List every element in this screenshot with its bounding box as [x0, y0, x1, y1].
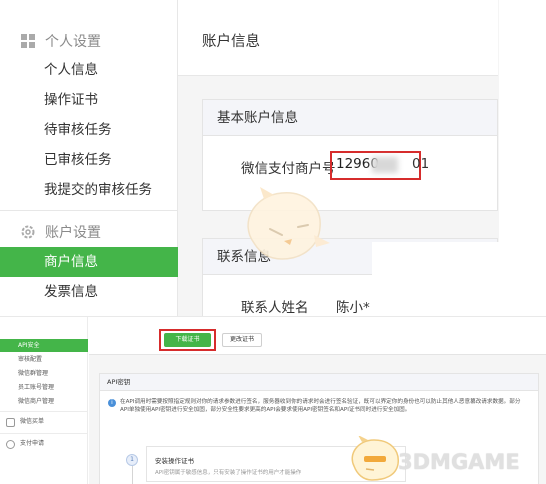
- account-settings-heading: 账户设置: [20, 222, 101, 242]
- sidebar2-divider: [0, 433, 88, 434]
- basic-account-card-title: 基本账户信息: [203, 100, 497, 136]
- sidebar2-group-quick-pay-label: 微信买单: [20, 418, 45, 425]
- mascot-logo-icon: [351, 436, 399, 481]
- mascot-watermark-icon: [247, 187, 330, 260]
- brand-watermark: 3DMGAME: [398, 450, 520, 474]
- contact-card-overlay: [372, 242, 500, 316]
- gear-icon: [20, 224, 36, 240]
- bill-icon: [6, 417, 15, 427]
- sidebar2-divider: [0, 411, 88, 412]
- sidebar-item-pending-review[interactable]: 待审核任务: [0, 115, 178, 145]
- cert-toolbar: 下载证书 更改证书: [89, 317, 546, 355]
- change-cert-button[interactable]: 更改证书: [222, 333, 262, 347]
- merchant-id-redaction: [372, 157, 398, 173]
- contact-name-value: 陈小*: [336, 300, 370, 316]
- merchant-id-suffix: 01: [412, 156, 430, 172]
- merchant-id-label: 微信支付商户号: [241, 161, 336, 177]
- api-key-notice-text: 在API调用时需要按照指定规则对你的请求参数进行签名，服务器收到你的请求时会进行…: [120, 399, 521, 413]
- sidebar2-item-review-config[interactable]: 审核配置: [0, 353, 88, 366]
- page-header: 账户信息: [178, 0, 498, 76]
- right-margin: [499, 0, 546, 316]
- step-number: 1: [126, 454, 138, 466]
- download-cert-button[interactable]: 下载证书: [164, 333, 211, 347]
- sidebar2-item-staff-accounts[interactable]: 员工账号管理: [0, 381, 88, 394]
- sidebar-item-reviewed[interactable]: 已审核任务: [0, 145, 178, 175]
- sidebar-item-my-submitted-review[interactable]: 我提交的审核任务: [0, 175, 178, 205]
- grid-icon: [20, 33, 36, 49]
- sidebar2-group-pay-apply-label: 支付申请: [20, 440, 45, 447]
- info-icon: i: [108, 399, 116, 407]
- sidebar-item-personal-info[interactable]: 个人信息: [0, 55, 178, 85]
- page-title: 账户信息: [202, 34, 260, 50]
- sidebar-divider: [0, 210, 178, 211]
- personal-settings-label: 个人设置: [45, 34, 101, 50]
- api-key-notice: i 在API调用时需要按照指定规则对你的请求参数进行签名，服务器收到你的请求时会…: [108, 398, 528, 414]
- contact-name-label: 联系人姓名: [241, 300, 309, 316]
- sidebar-secondary: API安全 审核配置 微信群管理 员工账号管理 微信商户管理 微信买单 支付申请: [0, 317, 88, 484]
- sidebar-item-invoice-info[interactable]: 发票信息: [0, 277, 178, 307]
- sidebar-item-merchant-info[interactable]: 商户信息: [0, 247, 178, 277]
- personal-settings-heading: 个人设置: [20, 31, 101, 51]
- sidebar2-group-pay-apply[interactable]: 支付申请: [6, 438, 44, 450]
- apply-icon: [6, 439, 15, 449]
- sidebar: 个人设置 个人信息 操作证书 待审核任务 已审核任务 我提交的审核任务 账户设置…: [0, 0, 178, 316]
- sidebar2-group-quick-pay[interactable]: 微信买单: [6, 416, 44, 428]
- sidebar-item-operation-cert[interactable]: 操作证书: [0, 85, 178, 115]
- account-settings-label: 账户设置: [45, 225, 101, 241]
- sidebar2-item-group-management[interactable]: 微信群管理: [0, 367, 88, 380]
- sidebar2-item-api-security[interactable]: API安全: [0, 339, 88, 352]
- sidebar2-item-merchant-management[interactable]: 微信商户管理: [0, 395, 88, 408]
- api-key-card-title: API密钥: [100, 374, 538, 391]
